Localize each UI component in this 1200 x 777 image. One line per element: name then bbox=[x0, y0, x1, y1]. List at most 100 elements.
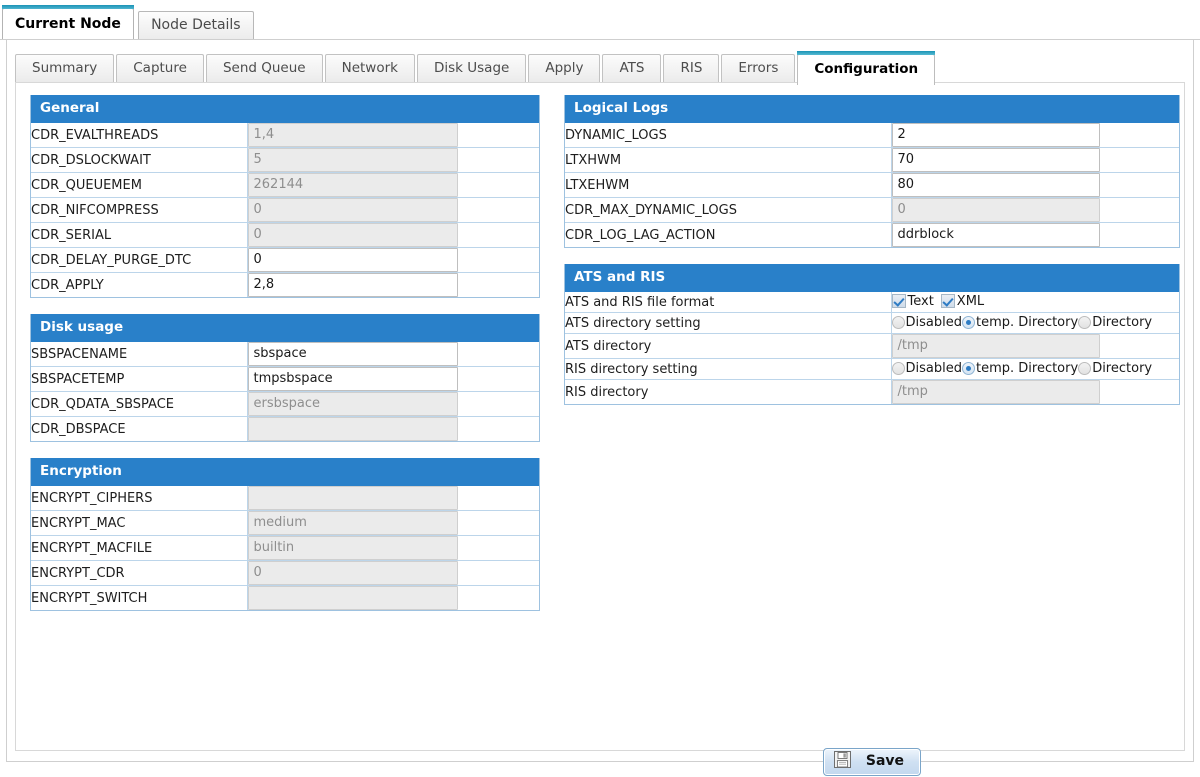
table-row: CDR_DELAY_PURGE_DTC 0 bbox=[31, 247, 539, 273]
outer-tab-bar: Current Node Node Details bbox=[0, 0, 1200, 40]
field-cdr-queuemem[interactable]: 262144 bbox=[247, 173, 458, 197]
radio-label-ats-directory: Directory bbox=[1092, 315, 1153, 330]
row-label: CDR_SERIAL bbox=[31, 222, 248, 248]
tab-disk-usage[interactable]: Disk Usage bbox=[416, 54, 527, 82]
table-row: RIS directory setting Disabled temp. Dire… bbox=[565, 358, 1179, 380]
table-row: CDR_QUEUEMEM 262144 bbox=[31, 172, 539, 198]
tab-label: Errors bbox=[738, 60, 779, 76]
tab-apply[interactable]: Apply bbox=[528, 54, 601, 82]
table-row: SBSPACETEMP tmpsbspace bbox=[31, 366, 539, 392]
floppy-disk-icon bbox=[833, 751, 851, 777]
table-row: CDR_DBSPACE bbox=[31, 416, 539, 441]
row-label: CDR_MAX_DYNAMIC_LOGS bbox=[565, 197, 892, 223]
field-ris-directory[interactable]: /tmp bbox=[891, 380, 1100, 404]
row-label: CDR_EVALTHREADS bbox=[31, 123, 248, 148]
tab-summary[interactable]: Summary bbox=[15, 54, 115, 82]
row-label: CDR_APPLY bbox=[31, 272, 248, 297]
table-row: ENCRYPT_CDR 0 bbox=[31, 560, 539, 586]
tab-errors[interactable]: Errors bbox=[721, 54, 796, 82]
field-encrypt-switch[interactable] bbox=[247, 586, 458, 610]
section-title-disk-usage: Disk usage bbox=[31, 314, 539, 342]
ris-dir-setting-choices: Disabled temp. Directory Directory bbox=[891, 358, 1179, 380]
tab-label: Apply bbox=[545, 60, 584, 76]
disk-usage-table: SBSPACENAME sbspace SBSPACETEMP tmpsbspa… bbox=[31, 342, 539, 441]
table-row: LTXHWM 70 bbox=[565, 147, 1179, 173]
checkbox-xml[interactable] bbox=[940, 294, 955, 308]
row-label: ENCRYPT_MAC bbox=[31, 510, 248, 536]
field-cdr-delay-purge-dtc[interactable]: 0 bbox=[247, 248, 458, 272]
field-cdr-apply[interactable]: 2,8 bbox=[247, 273, 458, 297]
row-label: ATS directory bbox=[565, 333, 892, 359]
table-row: CDR_EVALTHREADS 1,4 bbox=[31, 123, 539, 148]
field-encrypt-macfile[interactable]: builtin bbox=[247, 536, 458, 560]
row-label: CDR_DSLOCKWAIT bbox=[31, 147, 248, 173]
radio-label-ris-directory: Directory bbox=[1092, 361, 1153, 376]
field-encrypt-ciphers[interactable] bbox=[247, 486, 458, 510]
row-label: ENCRYPT_SWITCH bbox=[31, 585, 248, 610]
field-ltxehwm[interactable]: 80 bbox=[891, 173, 1100, 197]
field-sbspacetemp[interactable]: tmpsbspace bbox=[247, 367, 458, 391]
radio-ris-disabled[interactable] bbox=[891, 362, 905, 375]
row-label: DYNAMIC_LOGS bbox=[565, 123, 892, 148]
field-encrypt-mac[interactable]: medium bbox=[247, 511, 458, 535]
tab-label: ATS bbox=[619, 60, 645, 76]
field-cdr-nifcompress[interactable]: 0 bbox=[247, 198, 458, 222]
field-ltxhwm[interactable]: 70 bbox=[891, 148, 1100, 172]
row-label: SBSPACETEMP bbox=[31, 366, 248, 392]
field-cdr-dslockwait[interactable]: 5 bbox=[247, 148, 458, 172]
field-ats-directory[interactable]: /tmp bbox=[891, 334, 1100, 358]
row-label: RIS directory bbox=[565, 379, 892, 404]
tab-ats[interactable]: ATS bbox=[602, 54, 662, 82]
row-label: SBSPACENAME bbox=[31, 342, 248, 367]
table-row: CDR_LOG_LAG_ACTION ddrblock bbox=[565, 222, 1179, 247]
field-cdr-max-dynamic-logs[interactable]: 0 bbox=[891, 198, 1100, 222]
row-label: CDR_DELAY_PURGE_DTC bbox=[31, 247, 248, 273]
radio-label-ris-disabled: Disabled bbox=[905, 361, 962, 376]
field-cdr-evalthreads[interactable]: 1,4 bbox=[247, 123, 458, 147]
table-row: ATS directory /tmp bbox=[565, 333, 1179, 359]
row-label: CDR_QUEUEMEM bbox=[31, 172, 248, 198]
tab-send-queue[interactable]: Send Queue bbox=[205, 54, 323, 82]
radio-ats-directory[interactable] bbox=[1078, 316, 1092, 329]
table-row: RIS directory /tmp bbox=[565, 379, 1179, 404]
row-label: ATS directory setting bbox=[565, 312, 892, 334]
tab-network[interactable]: Network bbox=[324, 54, 415, 82]
radio-ats-disabled[interactable] bbox=[891, 316, 905, 329]
row-label: ENCRYPT_CDR bbox=[31, 560, 248, 586]
radio-label-ats-temp-directory: temp. Directory bbox=[975, 315, 1079, 330]
radio-ats-temp-directory[interactable] bbox=[961, 316, 975, 329]
table-row: CDR_SERIAL 0 bbox=[31, 222, 539, 248]
checkbox-text[interactable] bbox=[891, 294, 906, 308]
field-encrypt-cdr[interactable]: 0 bbox=[247, 561, 458, 585]
save-button-area: Save bbox=[564, 748, 1180, 776]
row-label: CDR_LOG_LAG_ACTION bbox=[565, 222, 892, 247]
row-label: CDR_DBSPACE bbox=[31, 416, 248, 441]
configuration-content-frame: General CDR_EVALTHREADS 1,4 CDR_DSLOCKWA… bbox=[15, 82, 1185, 776]
ats-dir-setting-choices: Disabled temp. Directory Directory bbox=[891, 312, 1179, 334]
section-logical-logs: Logical Logs DYNAMIC_LOGS 2 LTXHWM 70 LT… bbox=[564, 95, 1180, 248]
table-row: LTXEHWM 80 bbox=[565, 172, 1179, 198]
field-cdr-dbspace[interactable] bbox=[247, 417, 458, 441]
tab-label: Capture bbox=[133, 60, 187, 76]
radio-ris-directory[interactable] bbox=[1078, 362, 1092, 375]
outer-tab-current-node[interactable]: Current Node bbox=[2, 5, 134, 39]
ats-ris-table: ATS and RIS file format Text XML ATS dire… bbox=[565, 292, 1179, 404]
field-cdr-qdata-sbspace[interactable]: ersbspace bbox=[247, 392, 458, 416]
radio-ris-temp-directory[interactable] bbox=[961, 362, 975, 375]
field-cdr-log-lag-action[interactable]: ddrblock bbox=[891, 223, 1100, 247]
tab-capture[interactable]: Capture bbox=[116, 54, 204, 82]
save-button[interactable]: Save bbox=[822, 748, 922, 777]
field-sbspacename[interactable]: sbspace bbox=[247, 342, 458, 366]
table-row: ATS and RIS file format Text XML bbox=[565, 292, 1179, 313]
field-cdr-serial[interactable]: 0 bbox=[247, 223, 458, 247]
table-row: SBSPACENAME sbspace bbox=[31, 342, 539, 367]
checkbox-label-xml: XML bbox=[956, 294, 985, 309]
tab-label: Configuration bbox=[814, 61, 919, 77]
field-dynamic-logs[interactable]: 2 bbox=[891, 123, 1100, 147]
outer-tab-node-details[interactable]: Node Details bbox=[138, 11, 254, 39]
tab-ris[interactable]: RIS bbox=[663, 54, 720, 82]
section-encryption: Encryption ENCRYPT_CIPHERS ENCRYPT_MAC m… bbox=[30, 458, 540, 611]
tab-configuration[interactable]: Configuration bbox=[797, 51, 936, 85]
row-label: CDR_QDATA_SBSPACE bbox=[31, 391, 248, 417]
inner-tab-bar: Summary Capture Send Queue Network Disk Usag… bbox=[15, 51, 1185, 85]
